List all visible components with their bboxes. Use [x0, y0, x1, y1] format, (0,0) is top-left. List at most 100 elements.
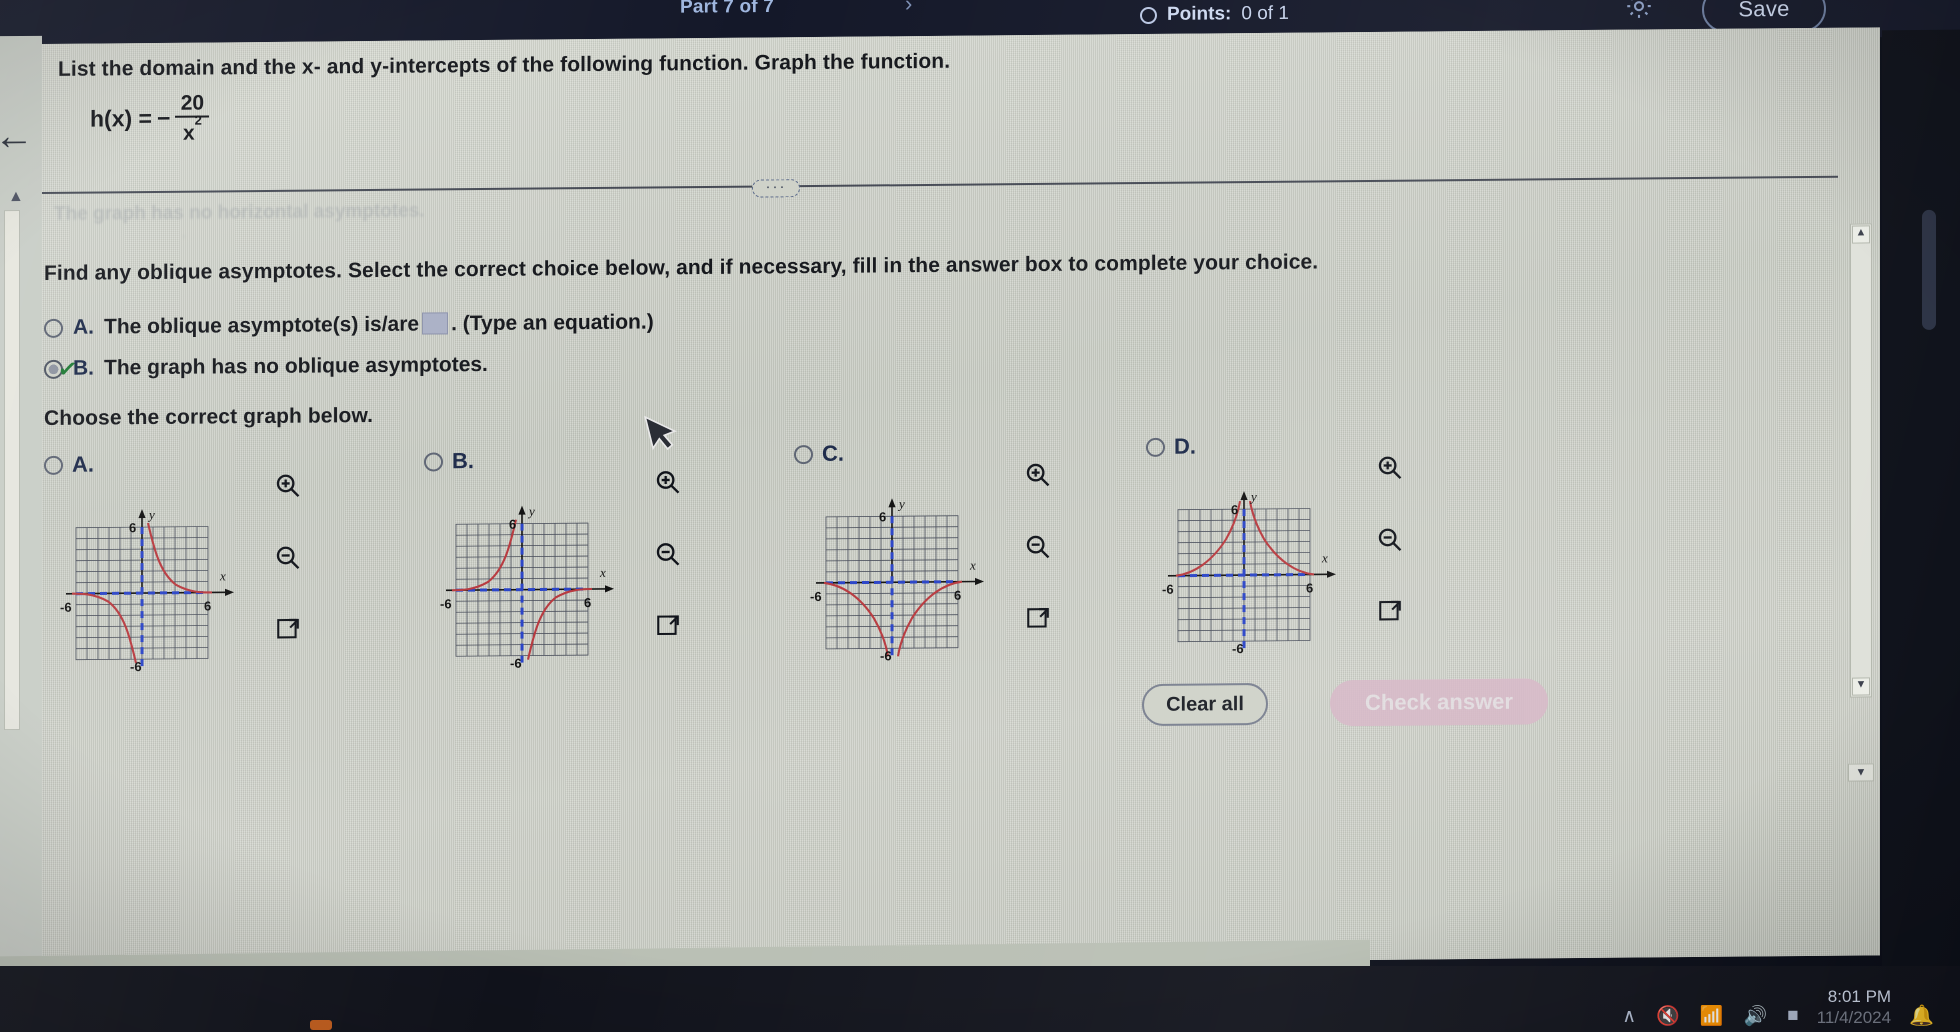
next-part-chevron-icon[interactable]: › — [905, 0, 912, 17]
choice-b-radio[interactable]: ✓ — [44, 355, 79, 383]
svg-text:-6: -6 — [60, 600, 72, 615]
show-hidden-icons-icon[interactable]: ∧ — [1622, 1005, 1636, 1028]
graph-option-b-letter: B. — [452, 448, 474, 474]
svg-text:6: 6 — [204, 598, 211, 613]
svg-text:-6: -6 — [510, 656, 522, 671]
page-scrollbar-thumb[interactable] — [1922, 209, 1936, 330]
graph-d-tools[interactable] — [1368, 446, 1412, 634]
svg-text:-6: -6 — [130, 659, 142, 674]
graph-option-c-head[interactable]: C. — [794, 439, 1006, 467]
zoom-in-icon[interactable] — [646, 460, 690, 504]
expand-icon[interactable] — [1368, 590, 1412, 634]
choice-a-radio[interactable] — [44, 318, 63, 338]
svg-text:-6: -6 — [1162, 582, 1174, 597]
formula-exponent: 2 — [194, 112, 202, 128]
part-indicator: Part 7 of 7 — [680, 0, 775, 18]
formula-lhs: h(x) = — [90, 105, 152, 132]
graph-a-tools[interactable] — [266, 464, 310, 652]
expand-icon[interactable] — [646, 604, 690, 648]
zoom-in-icon[interactable] — [1368, 446, 1412, 490]
expand-icon[interactable] — [1016, 597, 1060, 641]
left-scroll-strip[interactable] — [4, 210, 20, 731]
svg-text:-6: -6 — [880, 648, 892, 663]
graph-option-d-letter: D. — [1174, 433, 1196, 459]
more-options-button[interactable]: ··· — [752, 178, 800, 198]
graph-option-b[interactable]: B. x y 6 -6 6 -6 — [424, 447, 680, 673]
choice-a-letter: A. — [73, 315, 94, 339]
svg-text:6: 6 — [1231, 502, 1238, 517]
selected-check-icon: ✓ — [56, 354, 80, 383]
wifi-icon[interactable]: 📶 — [1700, 1004, 1724, 1028]
choice-a[interactable]: A. The oblique asymptote(s) is/are. (Typ… — [44, 310, 654, 340]
left-rail: ← ▲ — [0, 35, 42, 967]
svg-text:6: 6 — [954, 588, 961, 603]
graph-a-canvas: x y 6 -6 6 -6 — [44, 504, 256, 676]
graph-c-x-label: x — [969, 558, 976, 573]
function-formula: h(x) = − 20 x2 — [90, 92, 210, 145]
graph-option-b-head[interactable]: B. — [424, 447, 636, 475]
graph-b-y-label: y — [527, 504, 535, 519]
mute-icon[interactable]: 🔇 — [1656, 1004, 1680, 1028]
graph-option-d-head[interactable]: D. — [1146, 432, 1358, 460]
graph-option-a-head[interactable]: A. — [44, 450, 256, 478]
notification-bell-icon[interactable]: 🔔 — [1909, 1003, 1934, 1028]
graph-option-a-letter: A. — [72, 451, 94, 477]
zoom-out-icon[interactable] — [1016, 525, 1060, 569]
content-scroll-corner[interactable]: ▼ — [1848, 763, 1874, 782]
svg-text:-6: -6 — [1232, 641, 1244, 656]
formula-fraction: 20 x2 — [175, 92, 210, 145]
clock-time: 8:01 PM — [1827, 986, 1892, 1006]
clock-date: 11/4/2024 — [1816, 1007, 1892, 1027]
graph-option-d[interactable]: D. x y 6 -6 6 -6 — [1146, 432, 1402, 658]
scrollbar-up-arrow[interactable]: ▲ — [1852, 225, 1870, 244]
svg-text:-6: -6 — [440, 596, 452, 611]
graph-option-b-radio[interactable] — [424, 451, 443, 472]
choice-a-answer-input[interactable] — [422, 312, 449, 335]
formula-sign: − — [156, 104, 171, 131]
photographed-screen: Part 7 of 7 › HW Score: 43.75%, 7 of 16 … — [0, 0, 1960, 1032]
battery-icon[interactable]: ■ — [1787, 1005, 1798, 1027]
clear-all-button[interactable]: Clear all — [1142, 682, 1268, 727]
content-vertical-scrollbar[interactable]: ▲ ▼ — [1850, 223, 1872, 698]
svg-text:6: 6 — [1306, 580, 1313, 595]
question-sheet: List the domain and the x- and y-interce… — [42, 27, 1880, 973]
scrolled-artifact: , — [182, 224, 186, 240]
graph-choice-prompt: Choose the correct graph below. — [44, 403, 374, 430]
graph-option-a-radio[interactable] — [44, 455, 63, 475]
graph-d-canvas: x y 6 -6 6 -6 — [1146, 486, 1358, 658]
question-prompt: List the domain and the x- and y-interce… — [58, 49, 951, 81]
graph-option-c[interactable]: C. x y 6 -6 6 -6 — [794, 439, 1050, 665]
taskbar-clock[interactable]: 8:01 PM 11/4/2024 — [1817, 986, 1891, 1029]
zoom-in-icon[interactable] — [266, 464, 310, 508]
choice-b-text: The graph has no oblique asymptotes. — [104, 352, 488, 380]
scroll-up-caret-icon[interactable]: ▲ — [8, 188, 24, 206]
section-divider — [42, 175, 1838, 194]
back-arrow-icon[interactable]: ← — [0, 114, 34, 159]
taskbar-app-indicator[interactable] — [310, 1020, 332, 1030]
graph-c-y-label: y — [897, 496, 905, 511]
points-label: Points: — [1167, 3, 1232, 25]
graph-option-a[interactable]: A. x y 6 -6 6 -6 — [44, 450, 300, 676]
choice-b[interactable]: ✓ B. The graph has no oblique asymptotes… — [44, 352, 488, 383]
graph-c-tools[interactable] — [1016, 453, 1060, 641]
zoom-out-icon[interactable] — [1368, 518, 1412, 562]
scrollbar-down-arrow[interactable]: ▼ — [1852, 677, 1870, 696]
graph-option-c-radio[interactable] — [794, 444, 813, 464]
check-answer-button[interactable]: Check answer — [1330, 678, 1548, 727]
zoom-in-icon[interactable] — [1016, 453, 1060, 497]
points-indicator: Points: 0 of 1 — [1140, 3, 1289, 26]
graph-option-d-radio[interactable] — [1146, 437, 1165, 457]
graph-b-tools[interactable] — [646, 460, 690, 648]
browser-right-edge — [1882, 29, 1960, 991]
tray-icon-group[interactable]: ∧ 🔇 📶 🔊 ■ — [1622, 1004, 1798, 1028]
zoom-out-icon[interactable] — [646, 532, 690, 576]
volume-icon[interactable]: 🔊 — [1744, 1004, 1768, 1028]
expand-icon[interactable] — [266, 608, 310, 652]
points-value: 0 of 1 — [1241, 2, 1289, 25]
scrolled-previous-choice: The graph has no horizontal asymptotes. — [54, 200, 425, 225]
zoom-out-icon[interactable] — [266, 536, 310, 580]
gear-icon[interactable] — [1624, 0, 1654, 21]
graph-option-c-letter: C. — [822, 440, 844, 466]
formula-denominator-wrap: x2 — [182, 112, 202, 145]
choice-a-text: The oblique asymptote(s) is/are. (Type a… — [104, 310, 654, 339]
